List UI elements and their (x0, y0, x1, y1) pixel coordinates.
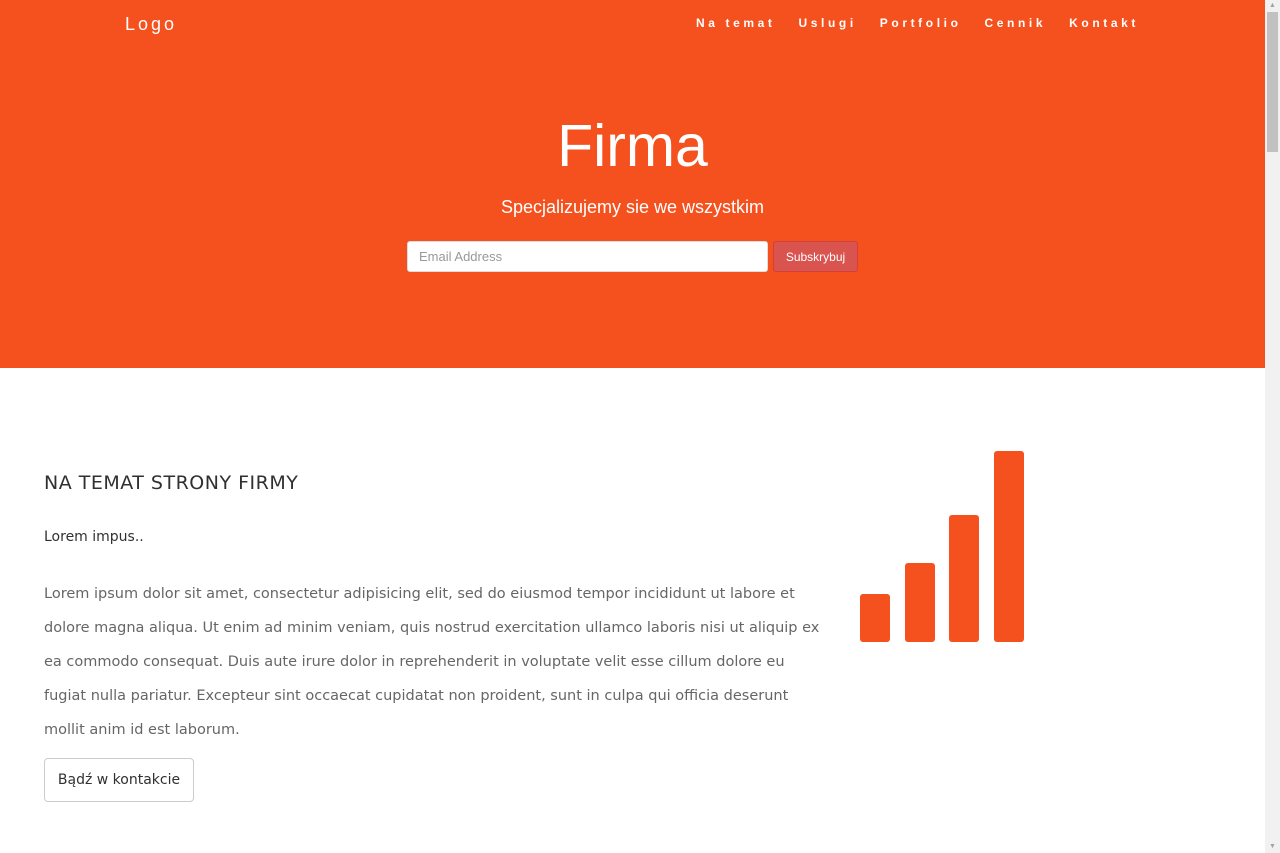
signal-icon (860, 451, 1025, 642)
main-nav: Na temat Uslugi Portfolio Cennik Kontakt (673, 16, 1139, 30)
scrollbar[interactable]: ▲ ▼ (1265, 0, 1280, 853)
scroll-down-icon[interactable]: ▼ (1265, 841, 1280, 853)
section-body: Lorem ipsum dolor sit amet, consectetur … (44, 586, 820, 738)
scroll-thumb[interactable] (1267, 12, 1278, 152)
nav-item-portfolio[interactable]: Portfolio (880, 16, 962, 30)
signal-bar-4 (994, 451, 1024, 642)
page: Logo Na temat Uslugi Portfolio Cennik Ko… (0, 0, 1265, 853)
signal-bar-3 (949, 515, 979, 642)
signal-bar-1 (860, 594, 890, 642)
hero-section: Logo Na temat Uslugi Portfolio Cennik Ko… (0, 0, 1265, 368)
nav-item-kontakt[interactable]: Kontakt (1069, 16, 1139, 30)
signal-bar-2 (905, 563, 935, 642)
contact-button[interactable]: Bądź w kontakcie (44, 758, 194, 802)
nav-item-cennik[interactable]: Cennik (985, 16, 1047, 30)
nav-item-uslugi[interactable]: Uslugi (799, 16, 857, 30)
hero-title: Firma (557, 113, 708, 179)
section-lead: Lorem impus.. (44, 529, 144, 545)
nav-item-na-temat[interactable]: Na temat (696, 16, 775, 30)
email-input[interactable] (407, 241, 768, 272)
logo[interactable]: Logo (125, 13, 177, 35)
hero-subtitle: Specjalizujemy sie we wszystkim (500, 197, 765, 217)
subscribe-button[interactable]: Subskrybuj (773, 241, 858, 272)
scroll-up-icon[interactable]: ▲ (1265, 0, 1280, 12)
section-heading: NA TEMAT STRONY FIRMY (44, 472, 299, 494)
